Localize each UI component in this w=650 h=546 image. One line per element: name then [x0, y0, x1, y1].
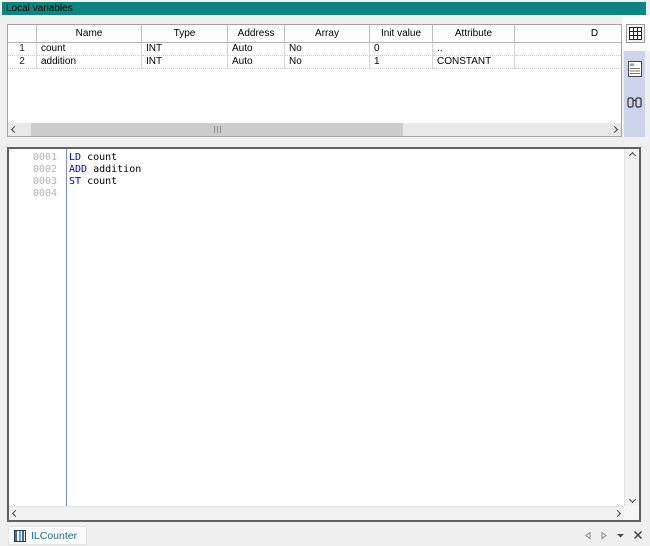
- editor-horizontal-scrollbar[interactable]: [9, 506, 624, 520]
- grid-view-button[interactable]: [626, 24, 645, 43]
- table-row[interactable]: 2 addition INT Auto No 1 CONSTANT: [8, 56, 621, 69]
- cell-address[interactable]: Auto: [228, 43, 285, 56]
- column-header-address[interactable]: Address: [228, 25, 285, 43]
- column-header-type[interactable]: Type: [142, 25, 228, 43]
- line-number: 0003: [9, 176, 62, 188]
- code-line[interactable]: 0003 ST count: [9, 176, 624, 188]
- tab-label: ILCounter: [31, 530, 77, 542]
- chevron-down-icon: [628, 496, 635, 503]
- chevron-left-icon: [11, 126, 18, 133]
- chevron-up-icon: [628, 152, 635, 159]
- scroll-up-button[interactable]: [626, 149, 639, 162]
- code-line[interactable]: 0001 LD count: [9, 152, 624, 164]
- line-number: 0004: [9, 188, 62, 200]
- cell-description[interactable]: [515, 43, 621, 56]
- scroll-tabs-left-button[interactable]: [584, 531, 592, 540]
- il-code-editor[interactable]: 0001 LD count 0002 ADD addition 0003 ST …: [7, 147, 641, 522]
- scroll-down-button[interactable]: [626, 493, 639, 506]
- chevron-left-icon: [12, 510, 19, 517]
- panel-title: Local variables: [2, 2, 646, 15]
- pou-program-icon: [14, 530, 26, 542]
- cell-name[interactable]: count: [37, 43, 142, 56]
- code-area[interactable]: 0001 LD count 0002 ADD addition 0003 ST …: [9, 149, 624, 506]
- scroll-right-button[interactable]: [608, 123, 621, 136]
- scrollbar-thumb[interactable]: [31, 123, 403, 136]
- document-tab-bar: ILCounter: [0, 524, 650, 546]
- gutter-separator: [66, 149, 67, 506]
- binoculars-icon: [627, 97, 642, 109]
- document-icon: [628, 61, 642, 77]
- scroll-left-button[interactable]: [8, 123, 21, 136]
- table-header-row: Name Type Address Array Init value Attri…: [8, 25, 621, 43]
- table-grid-area: Name Type Address Array Init value Attri…: [8, 25, 621, 123]
- cell-array[interactable]: No: [285, 56, 370, 69]
- cell-name[interactable]: addition: [37, 56, 142, 69]
- code-text: LD count: [62, 152, 117, 164]
- scrollbar-track[interactable]: [21, 123, 608, 136]
- chevron-right-icon: [611, 126, 618, 133]
- code-line[interactable]: 0002 ADD addition: [9, 164, 624, 176]
- column-header-description[interactable]: D: [515, 25, 621, 43]
- tab-navigation: [584, 530, 643, 540]
- cell-array[interactable]: No: [285, 43, 370, 56]
- tab-list-dropdown-button[interactable]: [616, 531, 625, 540]
- editor-vertical-scrollbar[interactable]: [624, 149, 639, 506]
- column-header-array[interactable]: Array: [285, 25, 370, 43]
- table-row[interactable]: 1 count INT Auto No 0 ..: [8, 43, 621, 56]
- column-header-name[interactable]: Name: [37, 25, 142, 43]
- tab-ilcounter[interactable]: ILCounter: [8, 526, 87, 545]
- variable-list-button[interactable]: [624, 59, 645, 79]
- chevron-right-icon: [614, 510, 621, 517]
- cell-init-value[interactable]: 0: [370, 43, 433, 56]
- code-text: ST count: [62, 176, 117, 188]
- cell-attribute[interactable]: CONSTANT: [433, 56, 515, 69]
- column-header-attribute[interactable]: Attribute: [433, 25, 515, 43]
- cell-type[interactable]: INT: [142, 43, 228, 56]
- column-header-init-value[interactable]: Init value: [370, 25, 433, 43]
- line-number: 0002: [9, 164, 62, 176]
- cell-init-value[interactable]: 1: [370, 56, 433, 69]
- cell-description[interactable]: [515, 56, 621, 69]
- scroll-left-button[interactable]: [9, 507, 22, 520]
- watch-button[interactable]: [624, 93, 645, 113]
- row-number: 2: [8, 56, 37, 69]
- cell-attribute[interactable]: ..: [433, 43, 515, 56]
- local-variables-table: Name Type Address Array Init value Attri…: [7, 24, 622, 137]
- table-horizontal-scrollbar[interactable]: [8, 123, 621, 136]
- scroll-tabs-right-button[interactable]: [600, 531, 608, 540]
- scrollbar-corner: [624, 506, 639, 520]
- scroll-right-button[interactable]: [611, 507, 624, 520]
- grid-icon: [629, 27, 642, 40]
- line-number: 0001: [9, 152, 62, 164]
- row-number: 1: [8, 43, 37, 56]
- cell-type[interactable]: INT: [142, 56, 228, 69]
- code-text: ADD addition: [62, 164, 141, 176]
- cell-address[interactable]: Auto: [228, 56, 285, 69]
- close-button[interactable]: [633, 530, 643, 540]
- column-header-rownum[interactable]: [8, 25, 37, 43]
- code-line[interactable]: 0004: [9, 188, 624, 200]
